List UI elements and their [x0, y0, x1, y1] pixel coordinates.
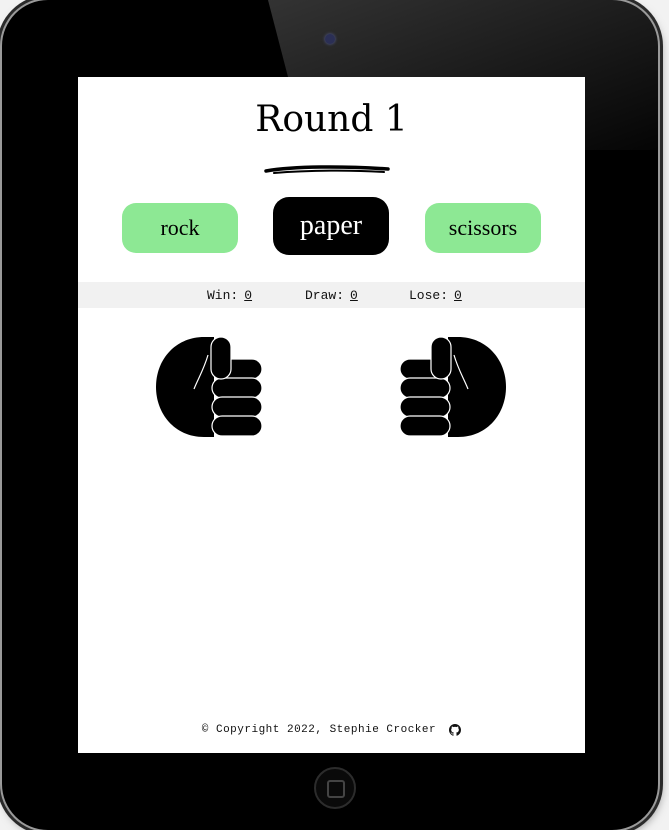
home-button[interactable] [314, 767, 356, 809]
app-screen: Round 1 rock paper scissors Win: 0 Draw: 0… [78, 77, 585, 753]
win-value: 0 [244, 288, 253, 303]
draw-value: 0 [350, 288, 358, 303]
computer-rock-hand-icon [399, 336, 506, 437]
title-underline [264, 165, 390, 174]
round-title: Round 1 [255, 99, 408, 140]
draw-label: Draw: [305, 288, 345, 303]
score-bar: Win: 0 Draw: 0 Lose: 0 [78, 282, 585, 308]
score-lose: Lose: 0 [409, 288, 462, 303]
paper-button[interactable]: paper [273, 197, 389, 255]
home-square-icon [327, 780, 345, 798]
score-draw: Draw: 0 [305, 288, 358, 303]
rock-button[interactable]: rock [122, 203, 238, 253]
lose-value: 0 [454, 288, 462, 303]
win-label: Win: [207, 288, 239, 303]
tablet-frame: Round 1 rock paper scissors Win: 0 Draw: 0… [2, 0, 658, 830]
github-icon[interactable] [449, 724, 462, 736]
score-win: Win: 0 [207, 288, 252, 303]
copyright-text: © Copyright 2022, Stephie Crocker [201, 724, 437, 736]
player-rock-hand-icon [156, 336, 263, 437]
front-camera [325, 34, 335, 44]
lose-label: Lose: [409, 288, 449, 303]
scissors-button[interactable]: scissors [425, 203, 541, 253]
footer: © Copyright 2022, Stephie Crocker [78, 724, 585, 737]
